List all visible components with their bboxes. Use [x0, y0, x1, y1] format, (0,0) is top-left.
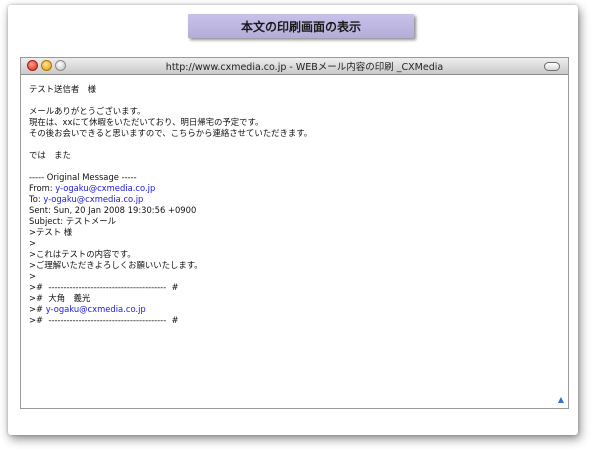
toolbar-toggle-icon[interactable] — [544, 62, 560, 71]
to-label: To: — [29, 194, 44, 204]
signature-divider: ># -------------------------------------… — [29, 315, 179, 325]
quoted-line: >これはテストの内容です。 — [29, 249, 136, 259]
original-message-header: ----- Original Message ----- — [29, 172, 137, 182]
resize-grip-icon[interactable]: ▲ — [558, 395, 564, 404]
email-body-line: 現在は、xxにて休暇をいただいており、明日帰宅の予定です。 — [29, 117, 264, 127]
quoted-line: >ご理解いただきよろしくお願いいたします。 — [29, 260, 203, 270]
from-email-link[interactable]: y-ogaku@cxmedia.co.jp — [55, 183, 155, 193]
banner-title: 本文の印刷画面の表示 — [240, 19, 361, 34]
signature-prefix: ># — [29, 304, 46, 314]
zoom-icon[interactable] — [55, 60, 66, 71]
email-content: テスト送信者 様 メールありがとうございます。 現在は、xxにて休暇をいただいて… — [21, 75, 568, 326]
email-closing: では また — [29, 150, 71, 160]
signature-email-line: ># y-ogaku@cxmedia.co.jp — [29, 304, 560, 315]
email-body-line: その後お会いできると思いますので、こちらから連絡させていただきます。 — [29, 128, 313, 138]
signature-divider: ># -------------------------------------… — [29, 282, 179, 292]
to-line: To: y-ogaku@cxmedia.co.jp — [29, 194, 560, 205]
close-icon[interactable] — [27, 60, 38, 71]
window-title: http://www.cxmedia.co.jp - WEBメール内容の印刷 _… — [165, 62, 444, 73]
minimize-icon[interactable] — [41, 60, 52, 71]
email-body-line: メールありがとうございます。 — [29, 106, 146, 116]
quoted-line: > — [29, 238, 37, 248]
signature-email-link[interactable]: y-ogaku@cxmedia.co.jp — [46, 304, 146, 314]
subject-line: Subject: テストメール — [29, 216, 117, 226]
print-window: http://www.cxmedia.co.jp - WEBメール内容の印刷 _… — [20, 57, 569, 409]
section-banner: 本文の印刷画面の表示 — [188, 14, 414, 38]
window-controls — [27, 60, 66, 71]
to-email-link[interactable]: y-ogaku@cxmedia.co.jp — [43, 194, 143, 204]
sent-line: Sent: Sun, 20 Jan 2008 19:30:56 +0900 — [29, 205, 197, 215]
quoted-line: > — [29, 271, 37, 281]
window-titlebar[interactable]: http://www.cxmedia.co.jp - WEBメール内容の印刷 _… — [21, 58, 568, 75]
email-greeting: テスト送信者 様 — [29, 84, 96, 94]
from-line: From: y-ogaku@cxmedia.co.jp — [29, 183, 560, 194]
quoted-line: >テスト 様 — [29, 227, 73, 237]
signature-name: ># 大角 義光 — [29, 293, 91, 303]
from-label: From: — [29, 183, 56, 193]
